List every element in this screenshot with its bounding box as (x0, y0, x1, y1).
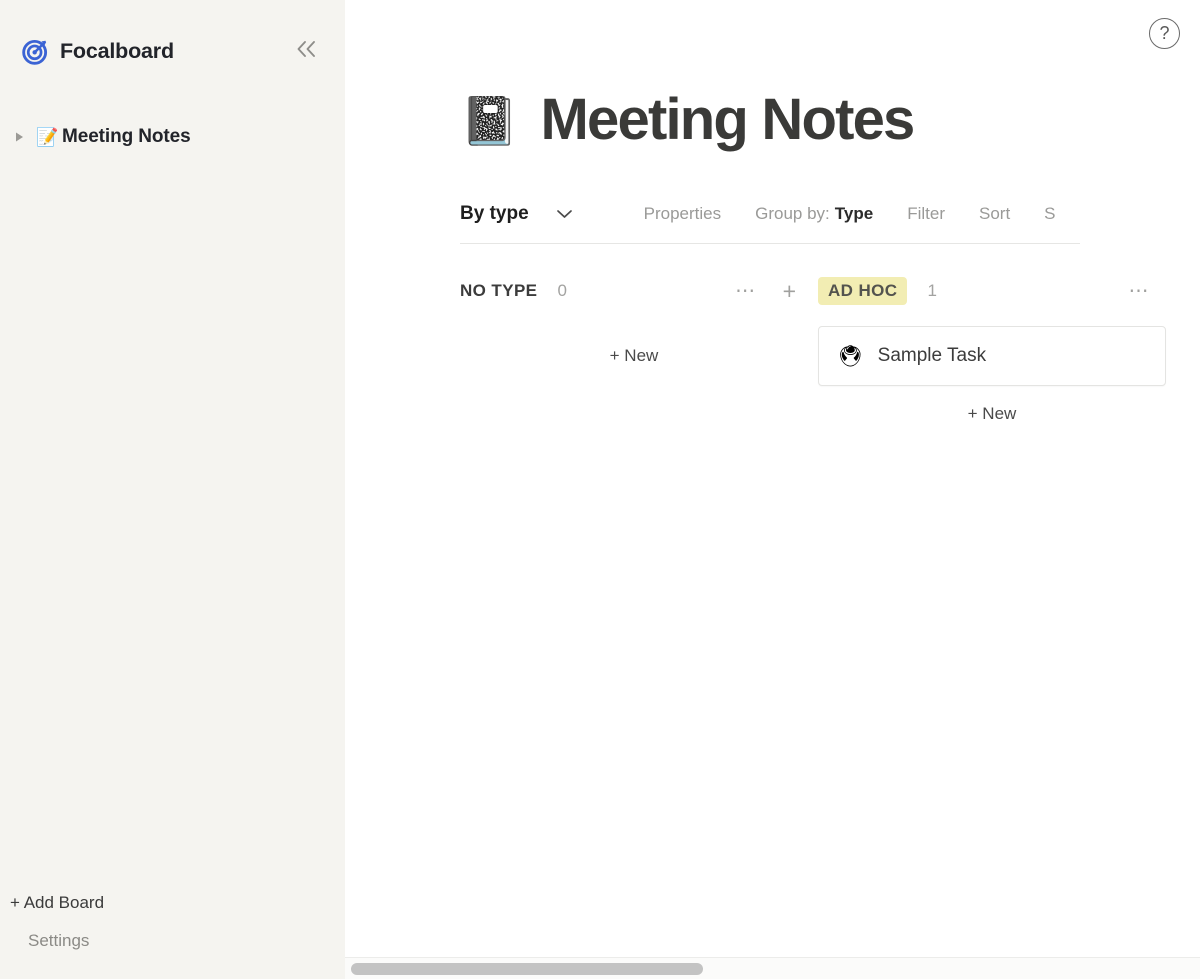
kanban-column-ad-hoc: AD HOC 1 ⋯ 🖲 Sample Task + New (818, 274, 1166, 434)
group-by-prefix: Group by: (755, 203, 830, 223)
double-chevron-left-icon (294, 38, 320, 65)
sidebar-header: Focalboard (0, 0, 345, 72)
add-card-button[interactable]: + New (460, 336, 808, 376)
sidebar: Focalboard 📝 Meeting Notes + Add Board S… (0, 0, 345, 979)
target-dart-logo-icon (22, 38, 49, 65)
main-content: ? 📓 Meeting Notes By type Properties Gro… (345, 0, 1200, 979)
card-title: Sample Task (877, 345, 987, 366)
search-button[interactable]: S (1044, 204, 1055, 224)
column-header: AD HOC 1 ⋯ (818, 274, 1166, 308)
card-sample-task[interactable]: 🖲 Sample Task (818, 326, 1166, 386)
chevron-down-icon (555, 208, 574, 220)
add-board-button[interactable]: + Add Board (0, 885, 345, 921)
notebook-emoji-icon[interactable]: 📓 (460, 97, 519, 144)
filter-button[interactable]: Filter (907, 204, 945, 224)
sort-label: Sort (978, 203, 1011, 223)
plus-icon[interactable]: + (783, 279, 796, 303)
column-title[interactable]: NO TYPE (460, 281, 537, 301)
ellipsis-horizontal-icon[interactable]: ⋯ (1125, 281, 1155, 301)
filter-label: Filter (907, 203, 945, 223)
sidebar-footer: + Add Board Settings (0, 885, 345, 979)
horizontal-scrollbar-track[interactable] (345, 957, 1200, 979)
column-cards: 🖲 Sample Task (818, 326, 1166, 386)
focalboard-app: Focalboard 📝 Meeting Notes + Add Board S… (0, 0, 1200, 979)
sidebar-collapse-button[interactable] (291, 35, 323, 67)
column-header: NO TYPE 0 ⋯ + (460, 274, 808, 308)
page-title[interactable]: Meeting Notes (541, 89, 916, 151)
sidebar-board-list: 📝 Meeting Notes (0, 72, 345, 885)
board-title-row: 📓 Meeting Notes (460, 78, 1200, 162)
column-cards (460, 326, 808, 336)
add-card-button[interactable]: + New (818, 394, 1166, 434)
caret-right-icon[interactable] (14, 131, 36, 143)
group-by-value: Type (834, 203, 874, 223)
sort-button[interactable]: Sort (979, 204, 1010, 224)
ellipsis-horizontal-icon[interactable]: ⋯ (731, 281, 761, 301)
properties-button[interactable]: Properties (644, 204, 721, 224)
view-toolbar: By type Properties Group by: Type Filter (460, 186, 1080, 244)
brand-name: Focalboard (60, 38, 174, 63)
brand-home-link[interactable]: Focalboard (22, 38, 291, 65)
column-count: 0 (557, 281, 567, 300)
kanban-column-no-type: NO TYPE 0 ⋯ + + New (460, 274, 808, 376)
trackball-emoji-icon: 🖲 (837, 344, 864, 368)
kanban-board: NO TYPE 0 ⋯ + + New AD HOC 1 ⋯ 🖲 Sample … (460, 274, 1200, 434)
column-count: 1 (927, 281, 937, 300)
view-selector-button[interactable]: By type (460, 203, 574, 225)
properties-label: Properties (643, 203, 722, 223)
horizontal-scrollbar-thumb[interactable] (351, 963, 703, 975)
settings-button[interactable]: Settings (0, 921, 345, 961)
column-title[interactable]: AD HOC (818, 277, 908, 305)
current-view-name: By type (460, 202, 529, 224)
search-label: S (1044, 203, 1056, 223)
group-by-button[interactable]: Group by: Type (755, 204, 873, 224)
sidebar-item-meeting-notes[interactable]: 📝 Meeting Notes (0, 120, 345, 154)
sidebar-item-label: Meeting Notes (62, 126, 191, 147)
memo-emoji-icon: 📝 (36, 127, 59, 147)
board-container: 📓 Meeting Notes By type Properties Group… (345, 0, 1200, 434)
